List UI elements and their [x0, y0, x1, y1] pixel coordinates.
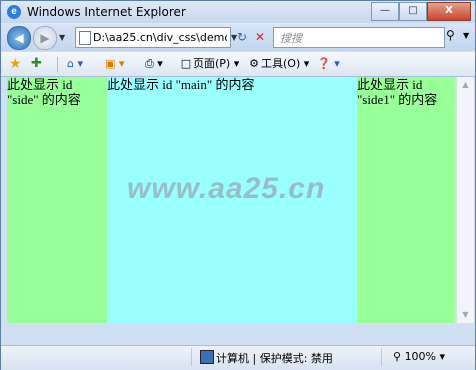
- ie-icon: e: [7, 5, 21, 19]
- side1-text: 此处显示 id "side1" 的内容: [357, 77, 438, 107]
- window-title: Windows Internet Explorer: [27, 5, 186, 19]
- status-bar: 计算机 | 保护模式: 禁用 ⚲ 100% ▾: [1, 345, 475, 370]
- help-icon[interactable]: ❓ ▾: [317, 55, 340, 73]
- title-bar: e Windows Internet Explorer — □ X: [1, 1, 475, 23]
- minimize-button[interactable]: —: [371, 2, 399, 21]
- page-icon: □: [180, 57, 192, 70]
- home-icon[interactable]: ⌂ ▾: [67, 55, 83, 73]
- status-divider: [381, 348, 382, 366]
- scroll-down-icon[interactable]: ▼: [457, 307, 474, 323]
- history-dropdown-icon[interactable]: ▼: [59, 33, 65, 42]
- forward-button[interactable]: ▶: [33, 26, 57, 50]
- maximize-button[interactable]: □: [399, 2, 427, 21]
- favorites-star-icon[interactable]: ★: [9, 55, 22, 73]
- status-segment: [1, 348, 192, 366]
- add-favorites-icon[interactable]: ✚: [31, 55, 42, 73]
- address-input[interactable]: D:\aa25.cn\div_css\demo: [75, 27, 231, 48]
- back-icon: ◀: [14, 31, 24, 45]
- side-column: 此处显示 id "side" 的内容: [7, 77, 107, 323]
- search-options-dropdown-icon[interactable]: ▼: [463, 31, 469, 40]
- zoom-icon: ⚲: [393, 350, 402, 363]
- zone-status: 计算机 | 保护模式: 禁用: [216, 352, 333, 365]
- scroll-up-icon[interactable]: ▲: [457, 77, 474, 93]
- vertical-scrollbar[interactable]: ▲ ▼: [456, 77, 474, 323]
- command-bar: ★ ✚ ⌂ ▾ ▣ ▾ ⎙ ▾ □ 页面(P) ▾ ⚙ 工具(O) ▾ ❓ ▾: [1, 52, 475, 77]
- separator: [57, 57, 58, 72]
- zoom-level: 100%: [404, 350, 437, 363]
- search-icon[interactable]: ⚲: [446, 28, 455, 42]
- zoom-control[interactable]: ⚲ 100% ▾: [393, 350, 445, 363]
- stop-icon[interactable]: ✕: [251, 28, 269, 46]
- computer-icon: [200, 350, 214, 364]
- address-text: D:\aa25.cn\div_css\demo: [93, 31, 227, 44]
- refresh-icon[interactable]: ↻: [233, 28, 251, 46]
- browser-window: e Windows Internet Explorer — □ X ◀ ▶ ▼ …: [0, 0, 476, 370]
- page-file-icon: [79, 31, 91, 45]
- search-input[interactable]: 搜搜: [273, 27, 445, 48]
- tools-menu[interactable]: ⚙ 工具(O) ▾: [247, 55, 309, 73]
- forward-icon: ▶: [40, 31, 50, 45]
- page-menu-label: 页面(P): [193, 57, 231, 70]
- window-controls: — □ X: [371, 2, 471, 21]
- address-bar: ◀ ▶ ▼ D:\aa25.cn\div_css\demo ▼ ↻ ✕ 搜搜 ⚲…: [1, 23, 475, 51]
- print-icon[interactable]: ⎙ ▾: [145, 55, 163, 73]
- back-button[interactable]: ◀: [7, 26, 31, 50]
- watermark: www.aa25.cn: [127, 172, 326, 205]
- close-button[interactable]: X: [427, 2, 471, 21]
- gear-icon: ⚙: [249, 57, 259, 70]
- main-text: 此处显示 id "main" 的内容: [107, 77, 255, 92]
- side1-column: 此处显示 id "side1" 的内容: [357, 77, 455, 323]
- tools-menu-label: 工具(O): [261, 57, 301, 70]
- page-menu[interactable]: □ 页面(P) ▾: [179, 55, 239, 73]
- search-placeholder: 搜搜: [280, 32, 302, 45]
- rss-icon[interactable]: ▣ ▾: [105, 55, 124, 73]
- side-text: 此处显示 id "side" 的内容: [7, 77, 81, 107]
